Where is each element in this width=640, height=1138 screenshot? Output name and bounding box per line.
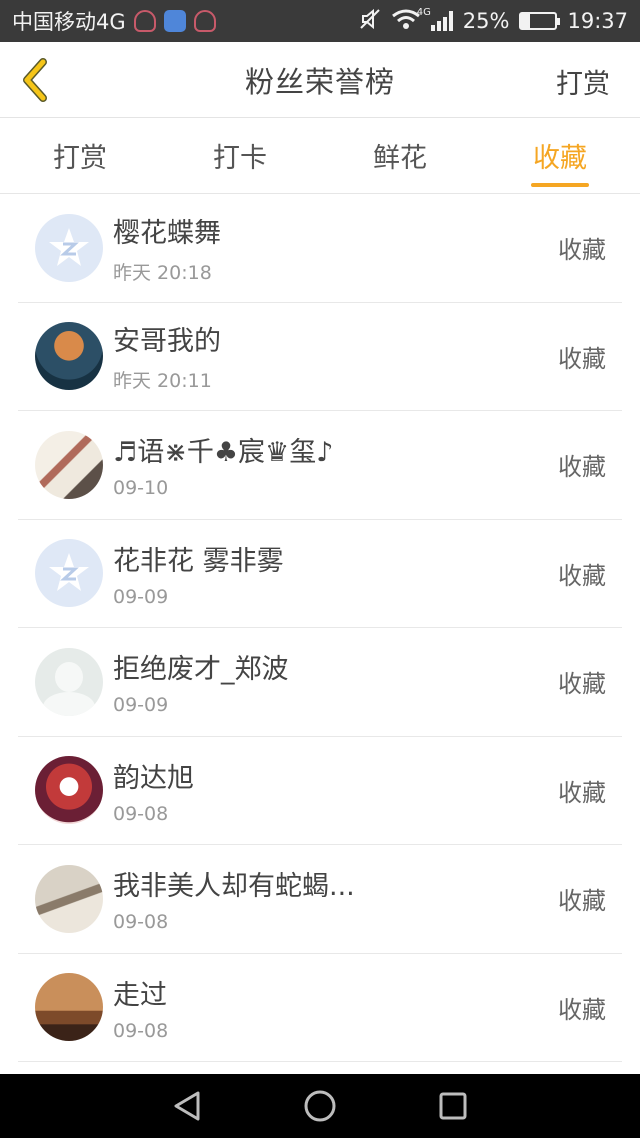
list-item-text: 樱花蝶舞 昨天 20:18 xyxy=(113,211,558,285)
fan-name: 花非花 雾非雾 xyxy=(113,545,284,577)
battery-level-fill xyxy=(521,14,530,28)
system-nav-bar xyxy=(0,1074,640,1138)
carrier-label: 中国移动4G xyxy=(12,10,126,34)
signal-icon: 4G xyxy=(417,7,453,31)
recents-square-icon[interactable] xyxy=(435,1088,471,1124)
user-avatar[interactable] xyxy=(35,973,103,1042)
default-avatar-icon[interactable] xyxy=(35,539,103,608)
home-circle-icon[interactable] xyxy=(302,1088,338,1124)
favorite-label: 收藏 xyxy=(558,995,606,1024)
fan-time: 昨天 20:18 xyxy=(113,261,212,284)
list-item[interactable]: 我非美人却有蛇蝎... 09-08 收藏 xyxy=(18,845,622,954)
clock: 19:37 xyxy=(567,9,628,33)
nav-bar: 粉丝荣誉榜 打赏 xyxy=(0,42,640,118)
fan-time: 09-08 xyxy=(113,1019,169,1042)
fan-time: 昨天 20:11 xyxy=(113,370,212,393)
notification-app-icon xyxy=(133,10,156,32)
fan-name: 安哥我的 xyxy=(113,326,221,358)
favorite-label: 收藏 xyxy=(558,887,606,916)
fan-time: 09-08 xyxy=(113,911,169,934)
network-type-label: 4G xyxy=(416,7,431,18)
back-triangle-icon[interactable] xyxy=(169,1088,205,1124)
list-item[interactable]: ♬语⋇千♣宸♛玺♪ 09-10 收藏 xyxy=(18,411,622,520)
fan-name: 拒绝废才_郑波 xyxy=(113,654,289,686)
reward-button[interactable]: 打赏 xyxy=(556,62,610,101)
status-left: 中国移动4G xyxy=(12,6,216,36)
user-avatar[interactable] xyxy=(35,756,103,825)
list-item-text: 韵达旭 09-08 xyxy=(113,756,558,825)
list-item[interactable]: 走过 09-08 收藏 xyxy=(18,954,622,1062)
fan-name: 我非美人却有蛇蝎... xyxy=(113,871,355,903)
list-item[interactable]: 安哥我的 昨天 20:11 收藏 xyxy=(18,303,622,411)
default-avatar-icon[interactable] xyxy=(35,213,103,282)
placeholder-avatar-icon[interactable] xyxy=(35,647,103,716)
favorite-label: 收藏 xyxy=(558,670,606,699)
fan-name: 走过 xyxy=(113,979,167,1011)
list-item[interactable]: 韵达旭 09-08 收藏 xyxy=(18,737,622,845)
favorite-label: 收藏 xyxy=(558,453,606,482)
cloud-notification-icon xyxy=(163,10,186,32)
back-button[interactable] xyxy=(14,56,54,104)
mute-icon xyxy=(359,8,381,35)
fan-list: 樱花蝶舞 昨天 20:18 收藏 安哥我的 昨天 20:11 收藏 ♬语⋇千♣宸… xyxy=(18,194,622,1062)
tab-bar: 打赏 打卡 鲜花 收藏 xyxy=(0,118,640,194)
fan-time: 09-08 xyxy=(113,802,169,825)
notification-app-icon xyxy=(193,10,216,32)
list-item-text: 我非美人却有蛇蝎... 09-08 xyxy=(113,864,558,933)
fan-time: 09-09 xyxy=(113,694,169,717)
back-arrow-icon xyxy=(23,58,47,102)
user-avatar[interactable] xyxy=(35,864,103,933)
list-item[interactable]: 拒绝废才_郑波 09-09 收藏 xyxy=(18,628,622,737)
list-item-text: 安哥我的 昨天 20:11 xyxy=(113,319,558,393)
tab-checkin[interactable]: 打卡 xyxy=(160,118,320,193)
status-right: 4G 25% 19:37 xyxy=(359,7,628,35)
tab-favorites[interactable]: 收藏 xyxy=(480,118,640,193)
tab-flowers[interactable]: 鲜花 xyxy=(320,118,480,193)
favorite-label: 收藏 xyxy=(558,236,606,265)
list-item-text: 走过 09-08 xyxy=(113,973,558,1042)
fan-time: 09-09 xyxy=(113,585,169,608)
user-avatar[interactable] xyxy=(35,430,103,499)
page-title: 粉丝荣誉榜 xyxy=(244,64,395,99)
fan-name: 韵达旭 xyxy=(113,762,194,794)
favorite-label: 收藏 xyxy=(558,344,606,373)
status-bar: 中国移动4G 4G 25% 19:37 xyxy=(0,0,640,42)
fan-time: 09-10 xyxy=(113,477,169,500)
fan-name: 樱花蝶舞 xyxy=(113,217,221,249)
list-item[interactable]: 花非花 雾非雾 09-09 收藏 xyxy=(18,520,622,628)
favorite-label: 收藏 xyxy=(558,778,606,807)
battery-percent: 25% xyxy=(462,9,510,33)
list-item[interactable]: 樱花蝶舞 昨天 20:18 收藏 xyxy=(18,194,622,303)
list-item-text: ♬语⋇千♣宸♛玺♪ 09-10 xyxy=(113,430,558,499)
battery-icon xyxy=(519,12,561,30)
fan-name: ♬语⋇千♣宸♛玺♪ xyxy=(113,437,334,469)
tab-reward[interactable]: 打赏 xyxy=(0,118,160,193)
favorite-label: 收藏 xyxy=(558,561,606,590)
list-item-text: 拒绝废才_郑波 09-09 xyxy=(113,647,558,716)
user-avatar[interactable] xyxy=(35,322,103,391)
list-item-text: 花非花 雾非雾 09-09 xyxy=(113,539,558,608)
